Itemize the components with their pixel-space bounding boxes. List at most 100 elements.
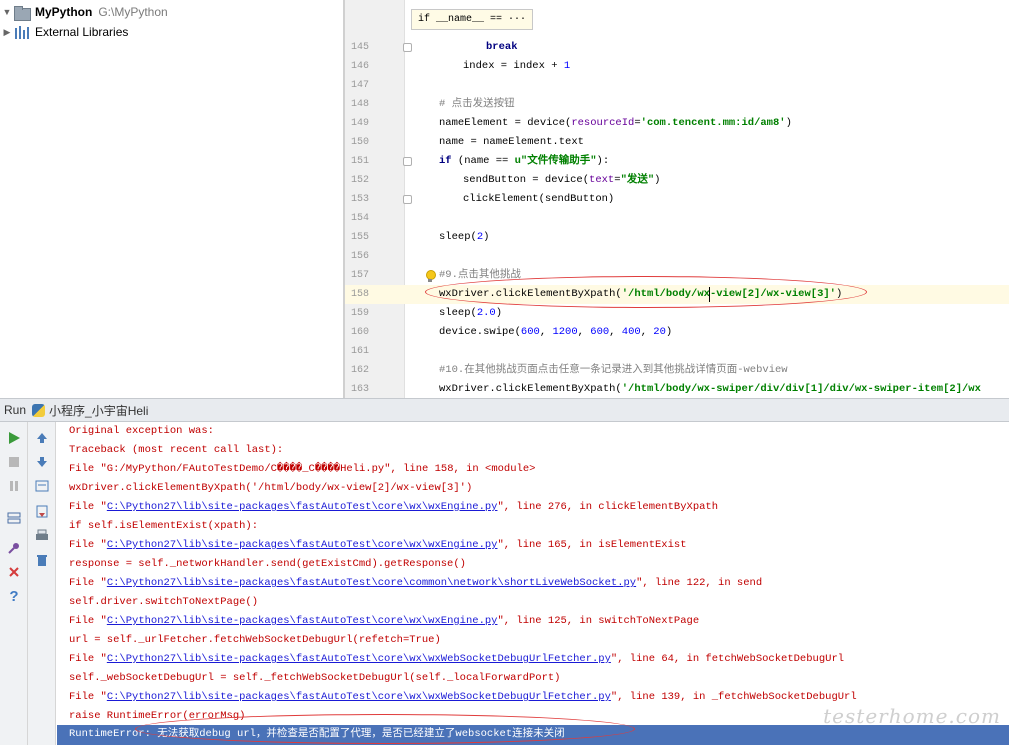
line-number: 162 <box>350 365 369 376</box>
code-line[interactable]: 162 #10.在其他挑战页面点击任意一条记录进入到其他挑战详情页面-webvi… <box>345 361 1009 380</box>
code-line[interactable]: 155 sleep(2) <box>345 228 1009 247</box>
close-icon[interactable] <box>4 562 24 582</box>
code-line[interactable]: 147 <box>345 76 1009 95</box>
code-editor[interactable]: 145 break 146 index = index + 1 147 148 … <box>344 0 1009 398</box>
code-text: sleep(2) <box>439 231 490 243</box>
code-line[interactable]: 156 <box>345 247 1009 266</box>
code-line[interactable]: 150 name = nameElement.text <box>345 133 1009 152</box>
arrow-down-icon[interactable] <box>32 452 52 472</box>
run-toolbar-secondary <box>28 422 56 745</box>
fold-icon[interactable] <box>403 195 412 204</box>
line-number: 152 <box>350 175 369 186</box>
line-number: 148 <box>350 99 369 110</box>
chevron-down-icon[interactable]: ▼ <box>0 7 14 17</box>
library-icon <box>14 25 30 39</box>
console-file-line: File "C:\Python27\lib\site-packages\fast… <box>69 577 763 589</box>
code-line[interactable]: 148 # 点击发送按钮 <box>345 95 1009 114</box>
console-file-line: File "C:\Python27\lib\site-packages\fast… <box>69 501 719 513</box>
stop-icon[interactable] <box>4 452 24 472</box>
file-link[interactable]: C:\Python27\lib\site-packages\fastAutoTe… <box>107 501 498 513</box>
fold-icon[interactable] <box>403 43 412 52</box>
rerun-icon[interactable] <box>4 428 24 448</box>
code-text: if (name == u"文件传输助手"): <box>439 155 610 167</box>
code-line[interactable]: 152 sendButton = device(text="发送") <box>345 171 1009 190</box>
code-line[interactable]: 149 nameElement = device(resourceId='com… <box>345 114 1009 133</box>
fold-icon[interactable] <box>403 157 412 166</box>
breadcrumb[interactable]: if __name__ == ··· <box>411 9 534 30</box>
file-link[interactable]: C:\Python27\lib\site-packages\fastAutoTe… <box>107 653 611 665</box>
chevron-right-icon[interactable]: ▶ <box>0 27 14 38</box>
console-line: if self.isElementExist(xpath): <box>69 520 259 532</box>
restore-layout-icon[interactable] <box>4 508 24 528</box>
code-text: sleep(2.0) <box>439 307 503 319</box>
console-output[interactable]: Original exception was: Traceback (most … <box>57 422 1009 745</box>
folder-icon <box>14 5 31 21</box>
run-tab-label[interactable]: Run <box>4 403 26 417</box>
code-comment: #10.在其他挑战页面点击任意一条记录进入到其他挑战详情页面-webview <box>439 364 788 376</box>
line-number: 163 <box>350 384 369 395</box>
project-root-name: MyPython <box>35 5 93 19</box>
code-text: clickElement(sendButton) <box>463 193 615 205</box>
console-file-line: File "C:\Python27\lib\site-packages\fast… <box>69 653 845 665</box>
console-file-line: File "C:\Python27\lib\site-packages\fast… <box>69 539 687 551</box>
console-line: response = self._networkHandler.send(get… <box>69 558 466 570</box>
code-line[interactable]: 151 if (name == u"文件传输助手"): <box>345 152 1009 171</box>
code-line[interactable]: 154 <box>345 209 1009 228</box>
line-number: 159 <box>350 308 369 319</box>
console-line: url = self._urlFetcher.fetchWebSocketDeb… <box>69 634 441 646</box>
external-libraries-label: External Libraries <box>35 25 129 39</box>
python-icon <box>32 403 46 417</box>
run-toolbar-primary: ? <box>0 422 28 745</box>
tree-item-mypython[interactable]: ▼ MyPython G:\MyPython <box>0 2 168 22</box>
scroll-to-end-icon[interactable] <box>32 502 52 522</box>
pause-icon[interactable] <box>4 476 24 496</box>
code-line[interactable]: 161 <box>345 342 1009 361</box>
file-link[interactable]: C:\Python27\lib\site-packages\fastAutoTe… <box>107 577 636 589</box>
code-line[interactable]: 145 break <box>345 38 1009 57</box>
line-number: 155 <box>350 232 369 243</box>
help-icon[interactable]: ? <box>4 586 24 606</box>
project-tree: ▼ MyPython G:\MyPython ▶ External Librar… <box>0 0 344 398</box>
file-link[interactable]: C:\Python27\lib\site-packages\fastAutoTe… <box>107 615 498 627</box>
line-number: 157 <box>350 270 369 281</box>
line-number: 146 <box>350 61 369 72</box>
line-number: 156 <box>350 251 369 262</box>
code-line[interactable]: 153 clickElement(sendButton) <box>345 190 1009 209</box>
tree-item-external-libraries[interactable]: ▶ External Libraries <box>0 22 129 42</box>
line-number: 150 <box>350 137 369 148</box>
soft-wrap-icon[interactable] <box>32 476 52 496</box>
code-text: index = index + 1 <box>463 60 571 72</box>
code-line[interactable]: 163 wxDriver.clickElementByXpath('/html/… <box>345 380 1009 398</box>
code-text: device.swipe(600, 1200, 600, 400, 20) <box>439 326 673 338</box>
watermark: testerhome.com <box>823 704 1001 728</box>
annotation-oval <box>135 714 635 744</box>
project-root-path: G:\MyPython <box>98 5 168 19</box>
file-link[interactable]: C:\Python27\lib\site-packages\fastAutoTe… <box>107 539 498 551</box>
file-link[interactable]: C:\Python27\lib\site-packages\fastAutoTe… <box>107 691 611 703</box>
code-line[interactable]: 160 device.swipe(600, 1200, 600, 400, 20… <box>345 323 1009 342</box>
line-number: 151 <box>350 156 369 167</box>
line-number: 147 <box>350 80 369 91</box>
code-text: wxDriver.clickElementByXpath('/html/body… <box>439 383 981 395</box>
console-line: File "G:/MyPython/FAutoTestDemo/С����_С�… <box>69 463 536 475</box>
trash-icon[interactable] <box>32 550 52 570</box>
line-number: 158 <box>350 289 369 300</box>
line-number: 160 <box>350 327 369 338</box>
line-number: 153 <box>350 194 369 205</box>
print-icon[interactable] <box>32 526 52 546</box>
console-line: Original exception was: <box>69 425 214 437</box>
code-text: name = nameElement.text <box>439 136 584 148</box>
annotation-oval <box>425 276 867 308</box>
lightbulb-icon[interactable] <box>425 270 436 282</box>
run-config-name[interactable]: 小程序_小宇宙Heli <box>49 402 148 419</box>
console-file-line: File "C:\Python27\lib\site-packages\fast… <box>69 691 857 703</box>
console-line: self.driver.switchToNextPage() <box>69 596 259 608</box>
arrow-up-icon[interactable] <box>32 428 52 448</box>
console-file-line: File "C:\Python27\lib\site-packages\fast… <box>69 615 700 627</box>
code-line[interactable]: 146 index = index + 1 <box>345 57 1009 76</box>
run-toolwindow-header: Run 小程序_小宇宙Heli <box>0 398 1009 422</box>
code-text: sendButton = device(text="发送") <box>463 174 661 186</box>
code-text: break <box>486 41 518 53</box>
console-line: Traceback (most recent call last): <box>69 444 284 456</box>
pin-icon[interactable] <box>4 538 24 558</box>
